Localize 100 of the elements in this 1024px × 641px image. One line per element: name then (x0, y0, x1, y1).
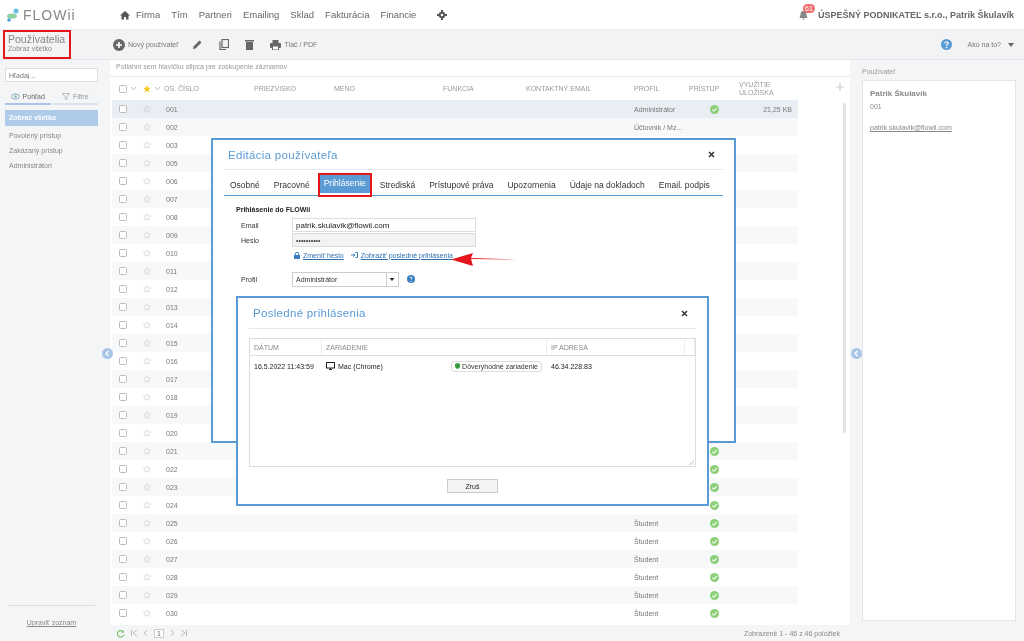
checkbox[interactable] (119, 123, 127, 131)
dialog-tab[interactable]: Pracovné (267, 175, 316, 195)
checkbox[interactable] (119, 465, 127, 473)
checkbox[interactable] (119, 159, 127, 167)
star-icon[interactable] (143, 537, 151, 545)
caret-icon[interactable] (155, 87, 160, 90)
previous-page-icon[interactable] (143, 630, 148, 636)
star-icon[interactable] (143, 465, 151, 473)
star-icon[interactable] (143, 393, 151, 401)
star-icon[interactable] (143, 501, 151, 509)
dialog-tab[interactable]: Upozornenia (501, 175, 562, 195)
star-icon[interactable] (143, 483, 151, 491)
last-page-icon[interactable] (180, 630, 187, 636)
star-icon[interactable] (143, 375, 151, 383)
checkbox[interactable] (119, 609, 127, 617)
star-icon[interactable] (143, 285, 151, 293)
nav-item[interactable]: Financie (380, 9, 417, 20)
user-name: Patrik Škulavík (870, 89, 928, 98)
checkbox[interactable] (119, 393, 127, 401)
copy-icon[interactable] (219, 39, 230, 50)
nav-item[interactable]: Firma (136, 9, 161, 20)
checkbox[interactable] (119, 285, 127, 293)
dialog-tab[interactable]: Osobné (224, 175, 266, 195)
star-icon[interactable] (143, 267, 151, 275)
account-name[interactable]: ÚSPEŠNÝ PODNIKATEĽ s.r.o., Patrik Škulavík (818, 9, 1014, 20)
checkbox[interactable] (119, 339, 127, 347)
checkbox[interactable] (119, 447, 127, 455)
dialog-tab[interactable]: Údaje na dokladoch (563, 175, 651, 195)
checkbox[interactable] (119, 267, 127, 275)
star-icon[interactable] (143, 573, 151, 581)
settings-icon[interactable] (437, 9, 448, 20)
checkbox[interactable] (119, 555, 127, 563)
checkbox[interactable] (119, 483, 127, 491)
star-icon[interactable] (143, 249, 151, 257)
checkbox[interactable] (119, 84, 127, 93)
nav-item[interactable]: Tím (171, 9, 188, 20)
star-icon[interactable] (143, 447, 151, 455)
help-icon[interactable] (940, 39, 952, 50)
trash-icon[interactable] (245, 39, 255, 50)
star-icon[interactable] (143, 591, 151, 599)
caret-icon (1008, 42, 1014, 47)
nav-item[interactable]: Fakturácia (325, 9, 370, 20)
nav-item[interactable]: Sklad (290, 9, 315, 20)
star-icon[interactable] (143, 339, 151, 347)
star-icon[interactable] (143, 609, 151, 617)
star-icon[interactable] (143, 231, 151, 239)
close-icon[interactable] (681, 309, 688, 317)
star-icon[interactable] (143, 141, 151, 149)
checkbox[interactable] (119, 213, 127, 221)
dialog-tab[interactable]: Prístupové práva (423, 175, 500, 195)
email-field[interactable]: patrik.skulavik@flowii.com (292, 218, 476, 232)
checkbox[interactable] (119, 195, 127, 203)
star-icon[interactable] (143, 519, 151, 527)
star-icon[interactable] (143, 105, 151, 113)
star-icon[interactable] (143, 555, 151, 563)
star-icon[interactable] (143, 429, 151, 437)
pencil-icon[interactable] (192, 39, 204, 50)
checkbox[interactable] (119, 375, 127, 383)
checkbox[interactable] (119, 105, 127, 113)
checkbox[interactable] (119, 591, 127, 599)
first-page-icon[interactable] (131, 630, 137, 636)
star-icon[interactable] (143, 213, 151, 221)
sign-in-icon (350, 252, 358, 258)
checkbox[interactable] (119, 249, 127, 257)
star-icon[interactable] (143, 321, 151, 329)
close-icon[interactable] (708, 151, 715, 158)
add-column-icon[interactable] (836, 83, 844, 91)
checkbox[interactable] (119, 537, 127, 545)
dialog-tab[interactable]: Strediská (373, 175, 422, 195)
checkbox[interactable] (119, 303, 127, 311)
checkbox[interactable] (119, 411, 127, 419)
nav-item[interactable]: Partneri (198, 9, 232, 20)
star-icon[interactable] (143, 177, 151, 185)
star-icon[interactable] (143, 303, 151, 311)
star-icon[interactable] (143, 84, 151, 93)
checkbox[interactable] (119, 321, 127, 329)
checkbox[interactable] (119, 231, 127, 239)
star-icon[interactable] (143, 195, 151, 203)
checkbox[interactable] (119, 573, 127, 581)
dialog-tab[interactable]: Email. podpis (652, 175, 716, 195)
checkbox[interactable] (119, 501, 127, 509)
nav-item[interactable]: Emailing (242, 9, 280, 20)
collapse-icon[interactable] (851, 348, 862, 359)
star-icon[interactable] (143, 159, 151, 167)
printer-icon (270, 39, 282, 50)
checkbox[interactable] (119, 429, 127, 437)
refresh-icon[interactable] (116, 628, 125, 638)
home-icon[interactable] (120, 9, 130, 20)
checkbox[interactable] (119, 519, 127, 527)
star-icon[interactable] (143, 411, 151, 419)
help-icon[interactable] (407, 275, 415, 283)
checkbox[interactable] (119, 357, 127, 365)
star-icon[interactable] (143, 123, 151, 131)
star-icon[interactable] (143, 357, 151, 365)
checkbox[interactable] (119, 177, 127, 185)
checkbox[interactable] (119, 141, 127, 149)
caret-icon[interactable] (131, 87, 136, 90)
logo-text: FLOWii (23, 6, 76, 23)
next-page-icon[interactable] (169, 630, 175, 636)
collapse-icon[interactable] (102, 348, 113, 359)
